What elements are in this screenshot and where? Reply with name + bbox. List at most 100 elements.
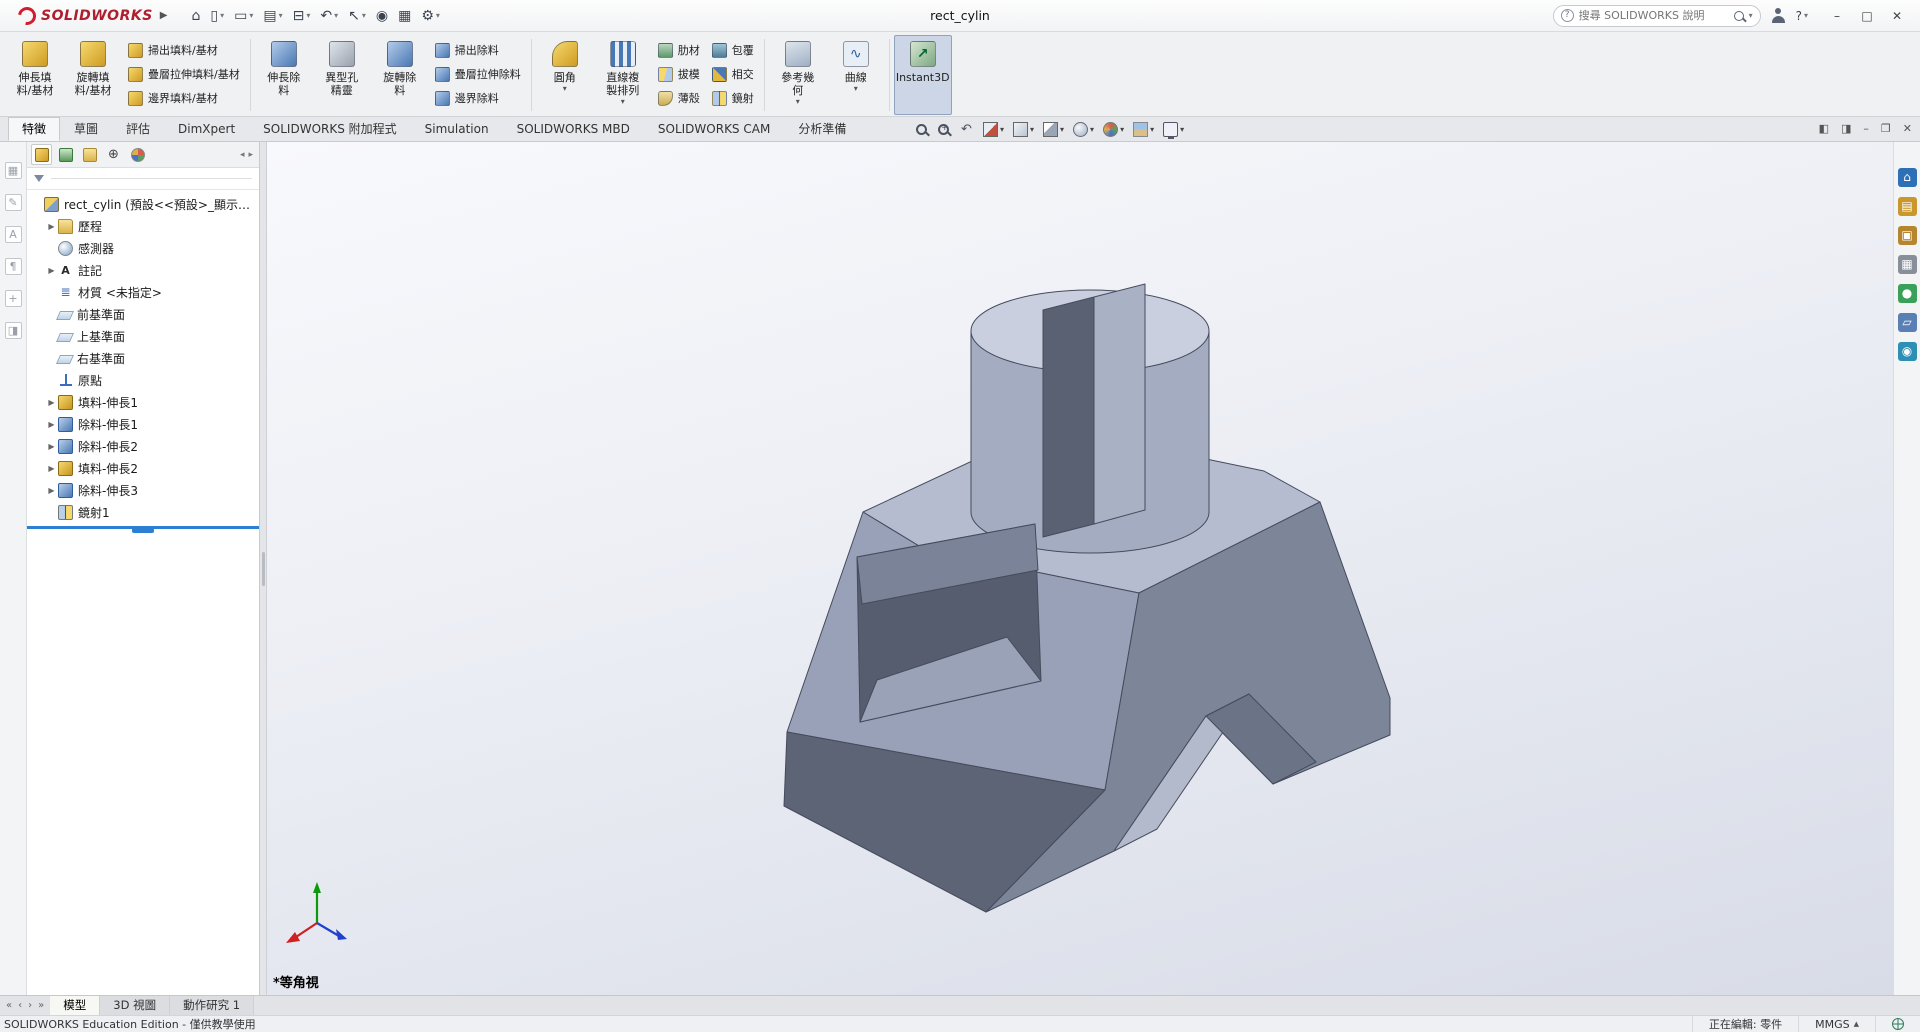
dropdown-arrow-icon[interactable]: ▾ (334, 11, 338, 20)
touch-mode-button[interactable]: ◉ (372, 4, 392, 28)
dropdown-arrow-icon[interactable]: ▾ (362, 11, 366, 20)
custom-properties-icon[interactable]: ▱ (1897, 313, 1917, 332)
filter-funnel-icon[interactable] (34, 175, 44, 182)
save-button[interactable]: ▤ ▾ (259, 4, 286, 28)
feature-tree-item-cut-extrude2[interactable]: 除料-伸長2 (27, 435, 259, 457)
rebuild-button[interactable]: ▦ (394, 4, 415, 28)
display-style-button[interactable]: ▾ (1040, 120, 1067, 139)
help-search-box[interactable]: ? ▾ (1552, 4, 1761, 27)
dropdown-arrow-icon[interactable]: ▾ (1150, 125, 1154, 134)
restore-document-button[interactable]: ❐ (1881, 120, 1891, 138)
select-button[interactable]: ↖ ▾ (344, 4, 370, 28)
ribbon-tab-solidworks-add-ins[interactable]: SOLIDWORKS 附加程式 (249, 117, 410, 141)
dropdown-arrow-icon[interactable]: ▾ (249, 11, 253, 20)
swept-cut-button[interactable]: 掃出除料 (431, 40, 525, 60)
panel-scroll-arrow-icon[interactable]: ▸ (248, 150, 253, 160)
help-button[interactable]: ? ▾ (1796, 9, 1808, 23)
view-orientation-button[interactable]: ▾ (1010, 120, 1037, 139)
revolved-cut-button[interactable]: 旋轉除料 (371, 35, 429, 115)
section-view-button[interactable]: ▾ (980, 120, 1007, 139)
feature-tree-item-material[interactable]: 材質 <未指定> (27, 281, 259, 303)
expand-arrow-icon[interactable] (45, 442, 58, 451)
hide-show-items-button[interactable]: ▾ (1070, 120, 1097, 139)
dropdown-arrow-icon[interactable]: ▾ (1060, 125, 1064, 134)
filter-input-line[interactable] (51, 178, 252, 179)
feature-tree-item-boss-extrude1[interactable]: 填料-伸長1 (27, 391, 259, 413)
expand-arrow-icon[interactable] (45, 398, 58, 407)
fillet-button[interactable]: 圓角 ▾ (536, 35, 594, 115)
undo-button[interactable]: ↶ ▾ (316, 4, 342, 28)
dropdown-arrow-icon[interactable]: ▾ (1000, 125, 1004, 134)
extruded-boss-base-button[interactable]: 伸長填 料/基材 (6, 35, 64, 115)
feature-tree-item-cut-extrude1[interactable]: 除料-伸長1 (27, 413, 259, 435)
left-toolbar-icon[interactable]: + (4, 290, 22, 307)
configuration-manager-tab[interactable] (79, 144, 100, 165)
boundary-boss-base-button[interactable]: 邊界填料/基材 (124, 88, 244, 108)
feature-tree-item-history[interactable]: 歷程 (27, 215, 259, 237)
lofted-cut-button[interactable]: 疊層拉伸除料 (431, 64, 525, 84)
shell-button[interactable]: 薄殼 (654, 88, 704, 108)
document-tab-model[interactable]: 模型 (50, 996, 101, 1015)
panel-scroll-arrow-icon[interactable]: ◂ (240, 150, 245, 160)
expand-arrow-icon[interactable] (45, 420, 58, 429)
view-palette-icon[interactable]: ▦ (1897, 255, 1917, 274)
intersect-button[interactable]: 相交 (708, 64, 758, 84)
zoom-to-fit-button[interactable] (912, 121, 931, 138)
document-tab-3d-views[interactable]: 3D 視圖 (100, 996, 171, 1015)
open-document-button[interactable]: ▭ ▾ (230, 4, 257, 28)
pane-right-button[interactable]: ◨ (1841, 120, 1851, 138)
feature-tree-item-cut-extrude3[interactable]: 除料-伸長3 (27, 479, 259, 501)
ribbon-tab-features[interactable]: 特徵 (8, 117, 61, 141)
feature-tree-item-origin[interactable]: 原點 (27, 369, 259, 391)
boundary-cut-button[interactable]: 邊界除料 (431, 88, 525, 108)
ribbon-tab-simulation[interactable]: Simulation (411, 117, 503, 141)
feature-manager-design-tree-tab[interactable] (31, 144, 52, 165)
close-button[interactable]: ✕ (1882, 3, 1912, 29)
mirror-button[interactable]: 鏡射 (708, 88, 758, 108)
feature-tree-item-front-plane[interactable]: 前基準面 (27, 303, 259, 325)
dropdown-arrow-icon[interactable]: ▾ (279, 11, 283, 20)
toolbar-expand-arrow-icon[interactable]: ▶ (160, 10, 168, 21)
search-input[interactable] (1578, 9, 1729, 22)
dropdown-arrow-icon[interactable]: ▾ (621, 97, 625, 107)
feature-tree-item-sensors[interactable]: 感測器 (27, 237, 259, 259)
view-settings-button[interactable]: ▾ (1160, 120, 1187, 139)
expand-arrow-icon[interactable] (45, 486, 58, 495)
expand-arrow-icon[interactable] (45, 464, 58, 473)
linear-pattern-button[interactable]: 直線複 製排列 ▾ (594, 35, 652, 115)
dropdown-arrow-icon[interactable]: ▾ (854, 84, 858, 94)
home-button[interactable]: ⌂ (188, 4, 205, 28)
swept-boss-base-button[interactable]: 掃出填料/基材 (124, 40, 244, 60)
curves-button[interactable]: 曲線▾ (827, 35, 885, 115)
units-selector[interactable]: MMGS ▲ (1798, 1016, 1875, 1032)
instant3d-button[interactable]: Instant3D (893, 35, 952, 115)
feature-tree-item-right-plane[interactable]: 右基準面 (27, 347, 259, 369)
tree-filter-row[interactable] (27, 168, 259, 190)
tab-scroll-icon[interactable]: › (28, 1000, 32, 1011)
panel-splitter[interactable] (260, 142, 267, 995)
dropdown-arrow-icon[interactable]: ▾ (436, 11, 440, 20)
hole-wizard-button[interactable]: 異型孔 精靈 (313, 35, 371, 115)
dropdown-arrow-icon[interactable]: ▾ (1090, 125, 1094, 134)
tab-scroll-icon[interactable]: « (6, 1000, 12, 1011)
print-button[interactable]: ⊟ ▾ (289, 4, 315, 28)
dropdown-arrow-icon[interactable]: ▾ (1180, 125, 1184, 134)
dropdown-arrow-icon[interactable]: ▾ (1120, 125, 1124, 134)
file-explorer-icon[interactable]: ▣ (1897, 226, 1917, 245)
feature-tree-item-boss-extrude2[interactable]: 填料-伸長2 (27, 457, 259, 479)
dropdown-arrow-icon[interactable]: ▾ (796, 97, 800, 107)
close-document-button[interactable]: ✕ (1903, 120, 1912, 138)
dropdown-arrow-icon[interactable]: ▾ (220, 11, 224, 20)
ribbon-tab-dimxpert[interactable]: DimXpert (164, 117, 249, 141)
ribbon-tab-solidworks-cam[interactable]: SOLIDWORKS CAM (644, 117, 784, 141)
dropdown-arrow-icon[interactable]: ▾ (563, 84, 567, 94)
draft-button[interactable]: 拔模 (654, 64, 704, 84)
tab-scroll-icon[interactable]: » (38, 1000, 44, 1011)
dropdown-arrow-icon[interactable]: ▾ (306, 11, 310, 20)
left-toolbar-icon[interactable]: ◨ (4, 322, 22, 339)
revolved-boss-base-button[interactable]: 旋轉填 料/基材 (64, 35, 122, 115)
graphics-area[interactable]: *等角視 (267, 142, 1893, 995)
lofted-boss-base-button[interactable]: 疊層拉伸填料/基材 (124, 64, 244, 84)
dimxpert-manager-tab[interactable] (103, 144, 124, 165)
wrap-button[interactable]: 包覆 (708, 40, 758, 60)
